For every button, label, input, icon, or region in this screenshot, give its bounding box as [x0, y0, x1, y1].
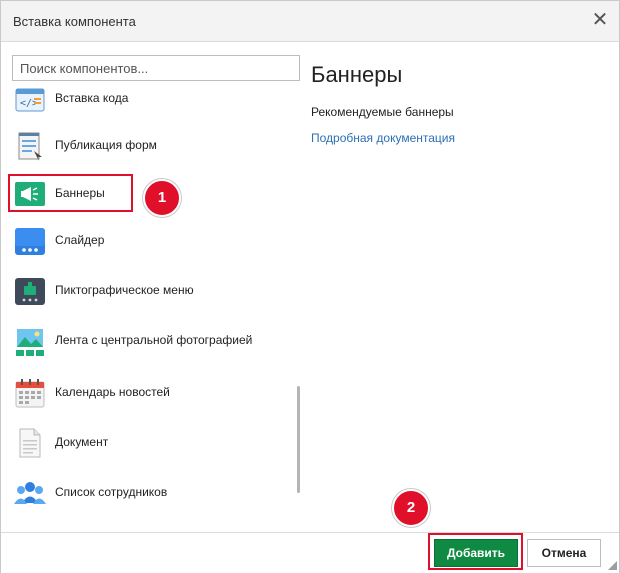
photo-strip-icon — [14, 325, 46, 357]
icon-menu-icon — [14, 275, 46, 307]
component-item-document[interactable]: Документ — [1, 423, 291, 463]
component-item-staff-list[interactable]: Список сотрудников — [1, 473, 291, 513]
component-item-news-calendar[interactable]: Календарь новостей — [1, 373, 291, 413]
detail-title: Баннеры — [311, 62, 403, 87]
people-icon — [14, 477, 46, 509]
list-scrollbar[interactable] — [297, 386, 300, 493]
component-item-code[interactable]: </> Вставка кода — [1, 83, 291, 119]
component-label: Календарь новостей — [55, 385, 170, 399]
calendar-icon — [14, 377, 46, 409]
component-item-photo-strip[interactable]: Лента с центральной фотографией — [1, 321, 291, 361]
document-icon — [14, 427, 46, 459]
detail-description: Рекомендуемые баннеры — [311, 105, 454, 119]
documentation-link[interactable]: Подробная документация — [311, 131, 455, 145]
insert-component-dialog: Вставка компонента ✕ </> Вставка кода Пу… — [0, 0, 620, 573]
component-label: Публикация форм — [55, 138, 157, 152]
component-label: Документ — [55, 435, 109, 449]
annotation-badge-1: 1 — [143, 179, 181, 217]
component-label: Лента с центральной фотографией — [55, 333, 253, 347]
component-label: Список сотрудников — [55, 485, 168, 499]
annotation-badge-2: 2 — [392, 489, 430, 527]
cancel-button[interactable]: Отмена — [527, 539, 601, 567]
component-label: Слайдер — [55, 233, 105, 247]
code-icon: </> — [14, 83, 46, 115]
component-item-slider[interactable]: Слайдер — [1, 221, 291, 261]
component-label: Пиктографическое меню — [55, 283, 194, 297]
resize-grip-icon[interactable] — [608, 561, 617, 570]
slider-icon — [14, 225, 46, 257]
component-item-forms[interactable]: Публикация форм — [1, 126, 291, 166]
dialog-titlebar: Вставка компонента ✕ — [1, 1, 619, 42]
search-input[interactable] — [12, 55, 300, 81]
close-icon[interactable]: ✕ — [591, 10, 609, 30]
component-list: </> Вставка кода Публикация форм Баннеры… — [1, 83, 301, 531]
component-label: Вставка кода — [55, 91, 129, 105]
annotation-highlight-banners — [8, 174, 133, 212]
component-item-icon-menu[interactable]: Пиктографическое меню — [1, 271, 291, 311]
dialog-title: Вставка компонента — [13, 14, 136, 29]
form-icon — [14, 130, 46, 162]
annotation-highlight-add — [428, 533, 523, 570]
